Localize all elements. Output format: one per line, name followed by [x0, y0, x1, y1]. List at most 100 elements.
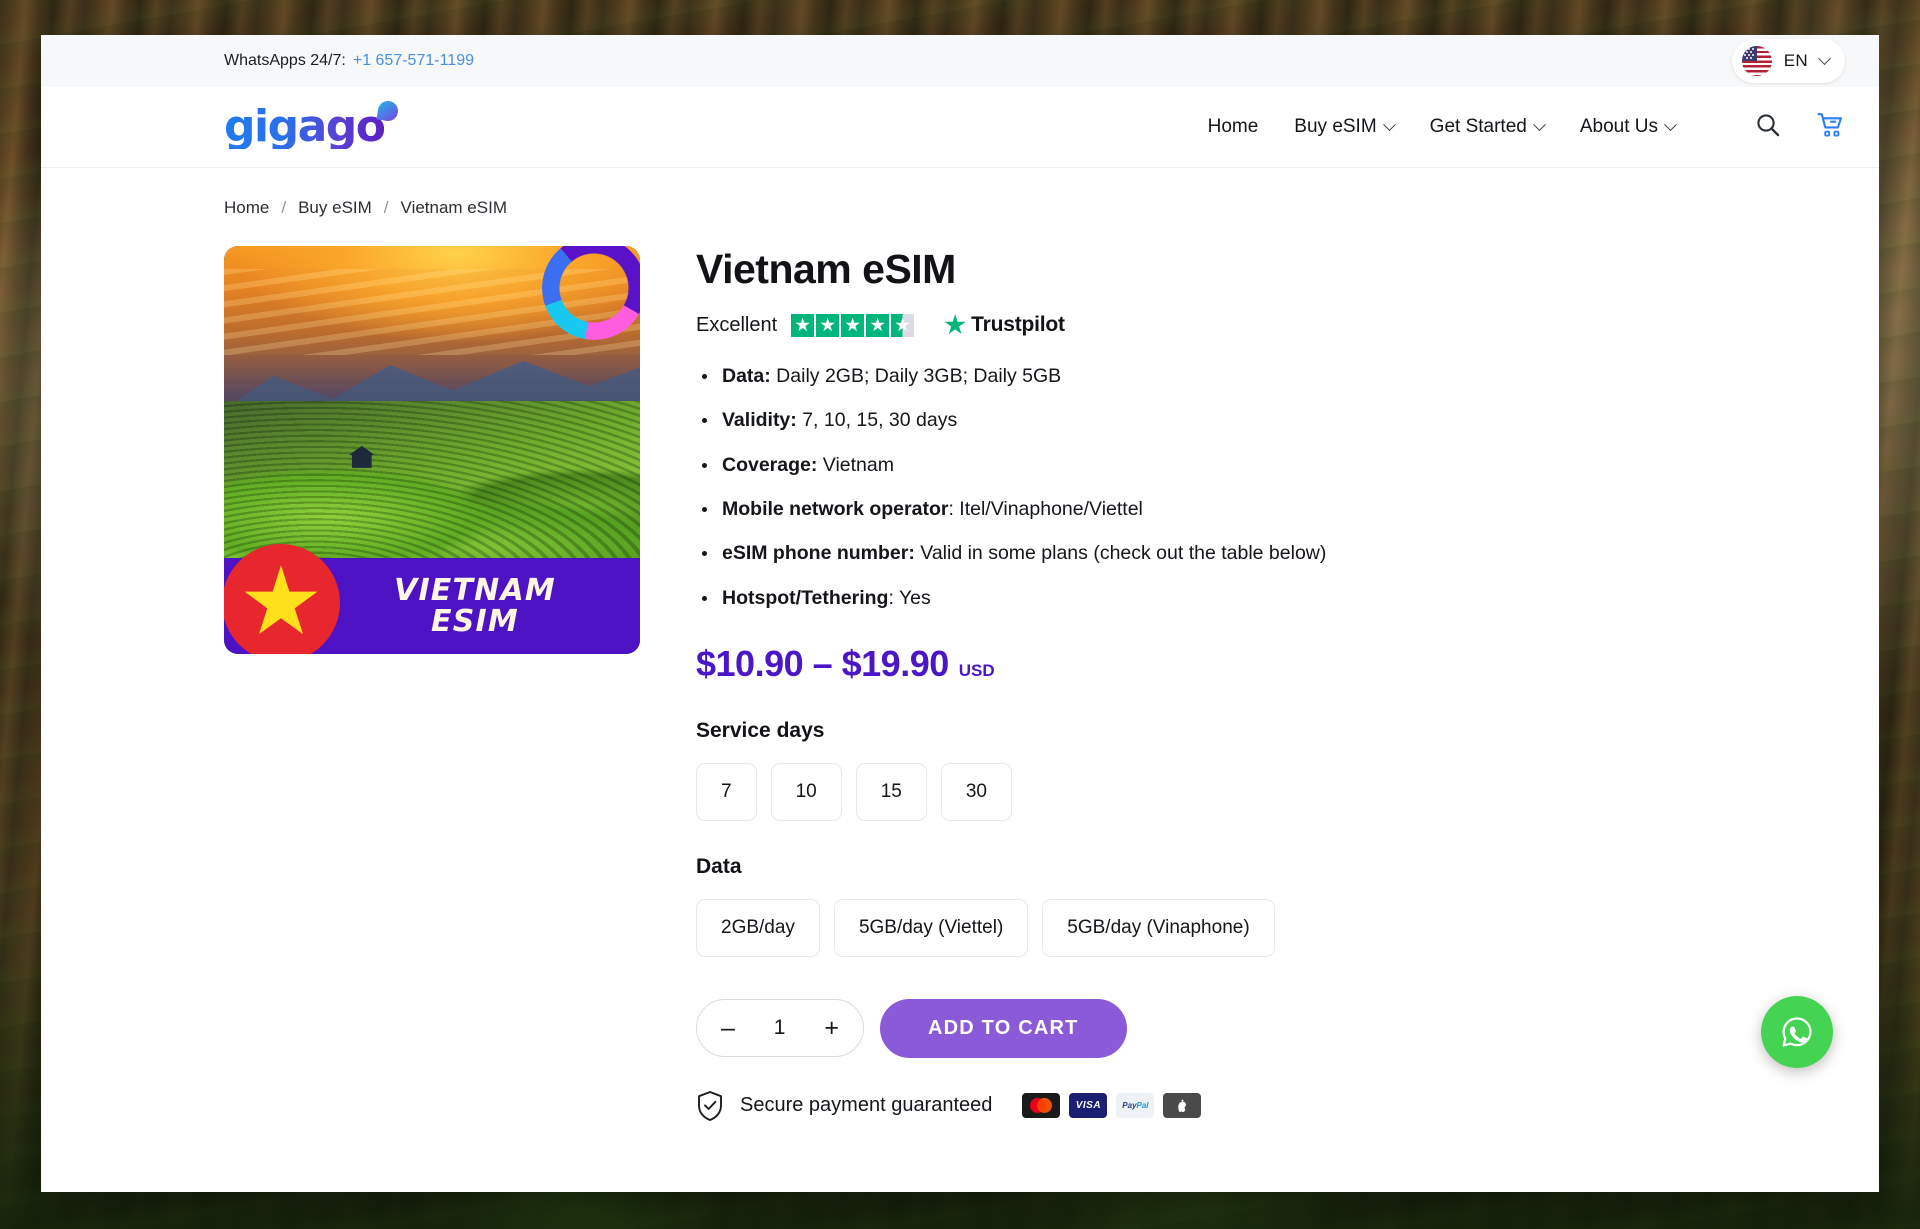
payment-method-badges: VISA Pay Pal — [1022, 1093, 1202, 1119]
list-item: Mobile network operator: Itel/Vinaphone/… — [696, 496, 1799, 522]
data-option-5gb-vinaphone[interactable]: 5GB/day (Vinaphone) — [1042, 898, 1275, 957]
feature-value: : Itel/Vinaphone/Viettel — [948, 497, 1143, 520]
service-days-option-30[interactable]: 30 — [940, 762, 1012, 821]
star-icon — [841, 313, 865, 337]
list-item: Coverage: Vietnam — [696, 452, 1799, 478]
star-icon — [866, 313, 890, 337]
us-flag-icon — [1741, 46, 1772, 76]
chevron-down-icon — [1664, 117, 1677, 131]
browser-window: WhatsApps 24/7: +1 657-571-1199 EN gigago… — [41, 35, 1879, 1192]
rating-stars — [791, 313, 915, 337]
price-range: $10.90 – $19.90 — [696, 642, 949, 684]
whatsapp-phone-link[interactable]: +1 657-571-1199 — [353, 52, 474, 69]
feature-value: 7, 10, 15, 30 days — [796, 409, 958, 432]
list-item: Data: Daily 2GB; Daily 3GB; Daily 5GB — [696, 363, 1799, 389]
nav-item-home[interactable]: Home — [1208, 116, 1259, 138]
breadcrumb-separator: / — [281, 198, 287, 217]
top-utility-bar: WhatsApps 24/7: +1 657-571-1199 EN — [41, 35, 1879, 87]
trustpilot-label: Trustpilot — [971, 313, 1065, 336]
feature-value: Daily 2GB; Daily 3GB; Daily 5GB — [770, 365, 1062, 387]
price-block: $10.90 – $19.90 USD — [696, 643, 1799, 685]
feature-value: : Yes — [888, 586, 931, 609]
star-icon — [791, 313, 815, 337]
feature-label: Data: — [722, 365, 771, 387]
banner-line-2: ESIM — [431, 604, 519, 639]
nav-label: Buy eSIM — [1294, 116, 1377, 137]
purchase-controls: – 1 + ADD TO CART — [696, 998, 1799, 1058]
page-title: Vietnam eSIM — [696, 246, 956, 292]
nav-item-about-us[interactable]: About Us — [1579, 116, 1677, 138]
nav-item-buy-esim[interactable]: Buy eSIM — [1294, 116, 1396, 138]
secure-payment-row: Secure payment guaranteed VISA Pay Pal — [696, 1090, 1799, 1122]
star-icon — [816, 313, 840, 337]
feature-label: Mobile network operator — [722, 497, 949, 520]
banner-line-1: VIETNAM — [394, 572, 556, 608]
chevron-down-icon — [1532, 117, 1546, 131]
feature-label: Coverage: — [722, 453, 818, 476]
add-to-cart-button[interactable]: ADD TO CART — [880, 998, 1127, 1058]
site-header: gigago Home Buy eSIM Get Started About U… — [41, 87, 1879, 168]
shield-check-icon — [696, 1090, 724, 1122]
nav-label: Home — [1207, 116, 1259, 137]
logo-text: gigago — [224, 101, 385, 152]
feature-value: Vietnam — [817, 453, 894, 476]
trustpilot-brand: Trustpilot — [944, 313, 1065, 337]
feature-value: Valid in some plans (check out the table… — [914, 542, 1327, 565]
language-code: EN — [1783, 51, 1808, 70]
vietnam-flag-icon — [224, 544, 340, 654]
whatsapp-contact: WhatsApps 24/7: +1 657-571-1199 — [224, 52, 474, 70]
shopping-cart-icon[interactable] — [1817, 112, 1845, 143]
star-half-icon — [891, 313, 915, 337]
list-item: eSIM phone number: Valid in some plans (… — [696, 540, 1799, 566]
service-days-option-7[interactable]: 7 — [696, 762, 757, 821]
rating-word: Excellent — [696, 313, 778, 336]
gigago-logo[interactable]: gigago — [224, 99, 400, 149]
feature-label: eSIM phone number: — [722, 542, 915, 565]
service-days-label: Service days — [696, 718, 825, 742]
feature-label: Validity: — [722, 409, 797, 432]
secure-payment-text: Secure payment guaranteed — [740, 1094, 993, 1117]
apple-pay-icon — [1163, 1093, 1202, 1119]
product-details: Vietnam eSIM Excellent Trustpilot Data: … — [696, 246, 1879, 1122]
service-days-group: Service days 7 10 15 30 — [696, 719, 1799, 821]
language-selector[interactable]: EN — [1731, 39, 1845, 83]
data-label: Data — [696, 854, 742, 878]
data-option-2gb[interactable]: 2GB/day — [696, 898, 820, 957]
chevron-down-icon — [1382, 117, 1396, 131]
search-icon[interactable] — [1755, 112, 1781, 143]
data-option-5gb-viettel[interactable]: 5GB/day (Viettel) — [833, 898, 1029, 957]
quantity-value[interactable]: 1 — [774, 1016, 786, 1040]
breadcrumb-separator: / — [383, 198, 389, 217]
breadcrumb: Home / Buy eSIM / Vietnam eSIM — [41, 168, 1879, 218]
service-days-option-15[interactable]: 15 — [855, 762, 927, 821]
product-feature-list: Data: Daily 2GB; Daily 3GB; Daily 5GB Va… — [696, 363, 1799, 611]
service-days-option-10[interactable]: 10 — [770, 762, 842, 821]
quantity-decrement-button[interactable]: – — [721, 1015, 735, 1041]
nav-label: Get Started — [1429, 116, 1527, 137]
nav-item-get-started[interactable]: Get Started — [1429, 116, 1546, 138]
main-navigation: Home Buy eSIM Get Started About Us — [1208, 112, 1845, 143]
list-item: Hotspot/Tethering: Yes — [696, 585, 1799, 611]
breadcrumb-item-buy-esim[interactable]: Buy eSIM — [298, 198, 372, 218]
chevron-down-icon — [1818, 51, 1831, 65]
trustpilot-star-icon — [944, 314, 966, 335]
header-icon-group — [1755, 112, 1845, 143]
mastercard-icon — [1022, 1093, 1061, 1119]
product-image[interactable]: VIETNAM ESIM — [224, 246, 640, 654]
breadcrumb-item-current: Vietnam eSIM — [400, 198, 507, 217]
price-currency: USD — [958, 660, 995, 680]
visa-icon: VISA — [1069, 1093, 1108, 1119]
data-options: 2GB/day 5GB/day (Viettel) 5GB/day (Vinap… — [696, 898, 1799, 957]
service-days-options: 7 10 15 30 — [696, 762, 1799, 821]
quantity-increment-button[interactable]: + — [824, 1015, 839, 1041]
nav-label: About Us — [1579, 116, 1658, 137]
data-group: Data 2GB/day 5GB/day (Viettel) 5GB/day (… — [696, 855, 1799, 957]
trustpilot-rating[interactable]: Excellent Trustpilot — [696, 313, 1799, 337]
breadcrumb-item-home[interactable]: Home — [224, 198, 269, 218]
feature-label: Hotspot/Tethering — [722, 586, 889, 609]
quantity-stepper: – 1 + — [696, 999, 864, 1058]
list-item: Validity: 7, 10, 15, 30 days — [696, 407, 1799, 433]
paypal-icon: Pay Pal — [1116, 1093, 1155, 1119]
whatsapp-floating-button[interactable] — [1761, 996, 1833, 1068]
product-section: VIETNAM ESIM Vietnam eSIM Excellent Trus… — [41, 218, 1879, 1122]
